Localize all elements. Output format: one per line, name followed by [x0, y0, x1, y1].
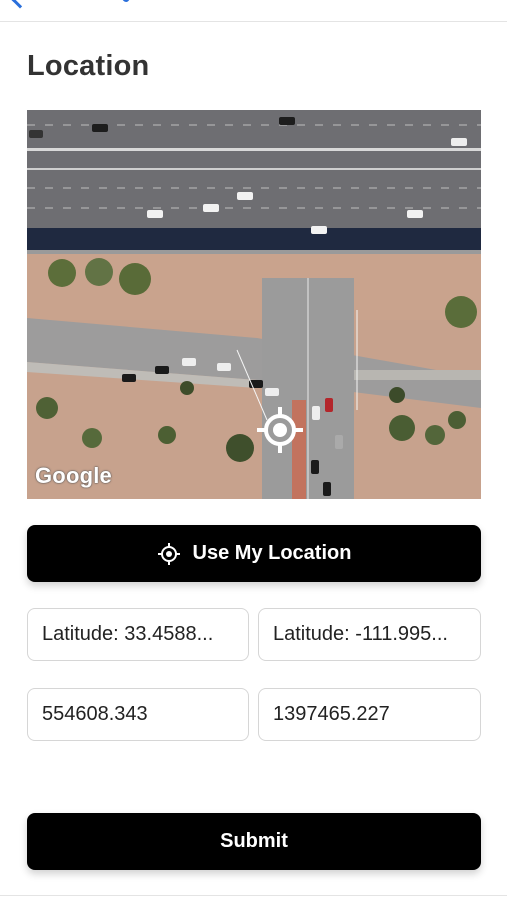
submit-label: Submit: [220, 830, 288, 852]
map-attribution: Google: [35, 463, 112, 488]
back-label-fragment[interactable]: [122, 0, 152, 2]
locate-icon: [157, 542, 180, 565]
bottom-divider: [0, 895, 507, 896]
map-imagery: [27, 110, 481, 499]
submit-button[interactable]: Submit: [27, 813, 481, 870]
crosshair-marker-icon: [257, 407, 303, 453]
northing-field[interactable]: 1397465.227: [258, 688, 481, 741]
latitude-field[interactable]: Latitude: 33.4588...: [27, 608, 249, 661]
back-chevron-icon[interactable]: [11, 0, 29, 9]
use-my-location-label: Use My Location: [192, 542, 352, 564]
satellite-map[interactable]: Google: [27, 110, 481, 499]
use-my-location-button[interactable]: Use My Location: [27, 525, 481, 582]
page-title: Location: [27, 50, 150, 82]
easting-field[interactable]: 554608.343: [27, 688, 249, 741]
longitude-field[interactable]: Latitude: -111.995...: [258, 608, 481, 661]
nav-bar: [0, 0, 507, 22]
